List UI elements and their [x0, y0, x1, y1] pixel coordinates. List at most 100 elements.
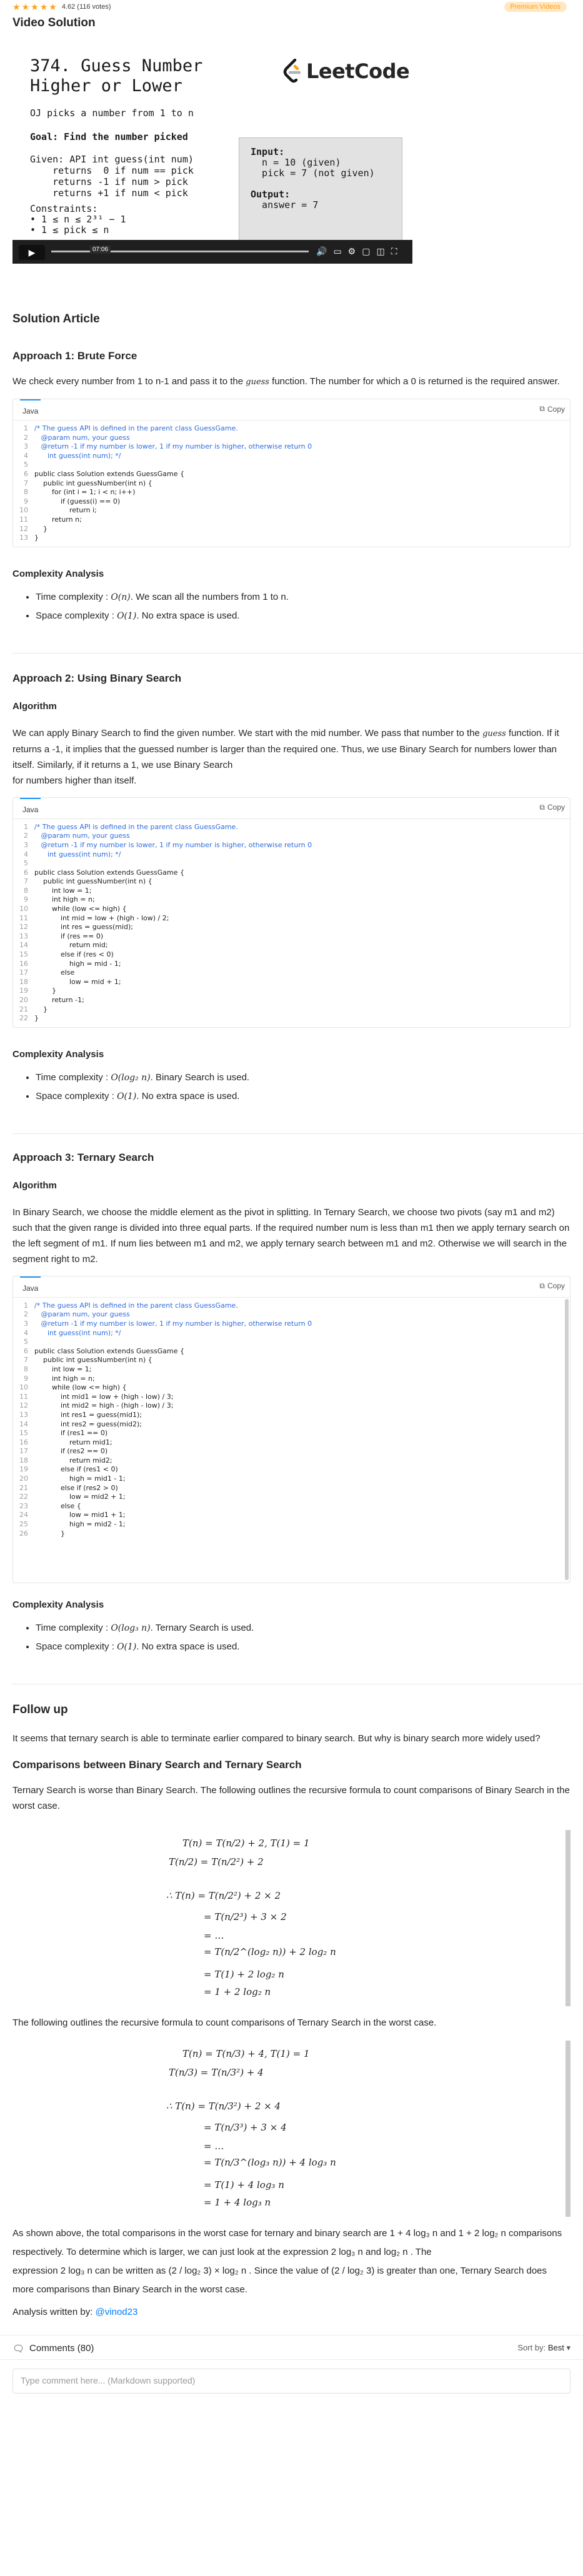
line-number: 15 — [19, 1429, 28, 1438]
author-link[interactable]: @vinod23 — [96, 2307, 138, 2317]
approach-2-text: We can apply Binary Search to find the g… — [12, 725, 571, 788]
code-line: 22 low = mid2 + 1; — [13, 1493, 570, 1502]
comparison-text: Ternary Search is worse than Binary Sear… — [12, 1784, 570, 1811]
guess-fn: guess — [482, 729, 506, 738]
text-segment: We can apply Binary Search to find the g… — [12, 727, 483, 738]
copy-button[interactable]: ⧉ Copy — [539, 803, 565, 812]
play-button[interactable]: ▶ — [19, 245, 45, 260]
line-number: 9 — [24, 497, 28, 505]
conclusion-text: As shown above, the total comparisons in… — [12, 2224, 571, 2299]
code-line: 15 if (res1 == 0) — [13, 1429, 570, 1438]
code-line: 7 public int guessNumber(int n) { — [13, 479, 570, 489]
line-number: 22 — [19, 1493, 28, 1501]
star-icon[interactable]: ★ — [49, 2, 57, 11]
code-text: } — [34, 987, 56, 995]
code-line: 8 for (int i = 1; i < n; i++) — [13, 488, 570, 497]
constraints-label: Constraints: — [30, 203, 98, 214]
pip-icon[interactable]: ◫ — [376, 246, 384, 256]
line-number: 7 — [24, 1356, 28, 1365]
author-label: Analysis written by: — [12, 2306, 96, 2317]
settings-icon[interactable]: ⚙ — [348, 246, 356, 256]
code-line: 14 return mid; — [13, 941, 570, 950]
line-number: 6 — [24, 868, 28, 877]
code-text: return i; — [34, 506, 97, 515]
star-icon[interactable]: ★ — [40, 2, 48, 11]
captions-icon[interactable]: ▭ — [333, 246, 341, 256]
code-line: 17 if (res2 == 0) — [13, 1447, 570, 1456]
sort-dropdown[interactable]: Sort by: Best ▾ — [517, 2343, 571, 2353]
code-line: 11 int mid = low + (high - low) / 2; — [13, 914, 570, 923]
play-icon: ▶ — [28, 247, 36, 257]
code-line: 2 @param num, your guess — [13, 832, 570, 841]
code-text: else if (res1 < 0) — [34, 1465, 118, 1474]
airplay-icon[interactable]: ▢ — [362, 246, 370, 256]
example-output-label: Output: — [251, 189, 291, 200]
comment-input[interactable]: Type comment here... (Markdown supported… — [12, 2368, 571, 2394]
line-number: 3 — [24, 840, 28, 849]
code-text: public int guessNumber(int n) { — [34, 1356, 152, 1365]
fullscreen-icon[interactable]: ⛶ — [391, 246, 397, 256]
language-tab-java[interactable]: Java — [20, 399, 41, 420]
code-scrollbar[interactable] — [565, 1298, 569, 1580]
ternary-formula-text: The following outlines the recursive for… — [12, 2017, 437, 2028]
solution-page: ★ ★ ★ ★ ★ 4.62 (116 votes) Premium Video… — [0, 0, 583, 2429]
slide-title: 374. Guess Number Higher or Lower — [30, 56, 203, 96]
line-number: 11 — [19, 1392, 28, 1401]
star-icon[interactable]: ★ — [12, 2, 21, 11]
line-number: 1 — [24, 424, 28, 432]
time-complexity: Time complexity : O(log₂ n). Binary Sear… — [36, 1068, 571, 1087]
video-player[interactable]: 374. Guess Number Higher or Lower LeetCo… — [12, 42, 412, 264]
equation-line: = T(n/3^(log₃ n)) + 4 log₃ n — [204, 2156, 336, 2168]
code-line: 12 int mid2 = high - (high - low) / 3; — [13, 1401, 570, 1411]
language-tab-java[interactable]: Java — [20, 797, 41, 819]
line-number: 11 — [19, 913, 28, 922]
line-number: 13 — [19, 932, 28, 940]
comparison-title: Comparisons between Binary Search and Te… — [12, 1758, 302, 1771]
example-input: n = 10 (given) pick = 7 (not given) — [262, 157, 375, 179]
approach-1-title: Approach 1: Brute Force — [12, 350, 137, 362]
code-text: public class Solution extends GuessGame … — [34, 868, 185, 877]
code-text: return mid1; — [34, 1438, 112, 1446]
video-timeline[interactable]: 07:06 — [51, 246, 309, 254]
approach-2-title: Approach 2: Using Binary Search — [12, 672, 182, 684]
code-text: return n; — [34, 515, 82, 524]
example-output: answer = 7 — [251, 199, 319, 211]
code-line: 21 else if (res2 > 0) — [13, 1484, 570, 1493]
code-line: 2 @param num, your guess — [13, 1310, 570, 1320]
equation-line: = 1 + 2 log₂ n — [204, 1986, 271, 1997]
copy-label: Copy — [547, 404, 565, 414]
code-text: int low = 1; — [34, 1365, 92, 1373]
code-text: return -1; — [34, 996, 84, 1004]
text-segment: . No extra space is used. — [136, 1641, 240, 1652]
language-tab-java[interactable]: Java — [20, 1276, 41, 1298]
code-line: 8 int low = 1; — [13, 887, 570, 896]
code-body: 1 /* The guess API is defined in the pare… — [13, 420, 570, 547]
text-segment: . No extra space is used. — [136, 610, 240, 621]
code-text: public int guessNumber(int n) { — [34, 877, 152, 886]
line-number: 8 — [24, 488, 28, 497]
solution-article: Solution Article Approach 1: Brute Force… — [0, 312, 583, 2320]
code-text: @param num, your guess — [34, 1310, 130, 1319]
code-text: while (low <= high) { — [34, 905, 127, 913]
star-icon[interactable]: ★ — [22, 2, 30, 11]
code-text: low = mid1 + 1; — [34, 1511, 126, 1519]
equation-line: ∴ T(n) = T(n/3²) + 2 × 4 — [166, 2100, 281, 2112]
complexity-title: Complexity Analysis — [12, 1599, 104, 1610]
star-icon[interactable]: ★ — [31, 2, 39, 11]
complexity-title: Complexity Analysis — [12, 568, 104, 579]
guess-fn: guess — [246, 377, 269, 387]
line-number: 24 — [19, 1511, 28, 1519]
volume-icon[interactable]: 🔊 — [316, 246, 327, 256]
vote-count: (116 votes) — [77, 3, 111, 11]
code-line: 15 else if (res < 0) — [13, 950, 570, 960]
copy-button[interactable]: ⧉ Copy — [539, 1281, 565, 1291]
math: O(1) — [117, 1641, 137, 1652]
code-line: 6 public class Solution extends GuessGame… — [13, 470, 570, 479]
line-number: 6 — [24, 1346, 28, 1355]
copy-button[interactable]: ⧉ Copy — [539, 404, 565, 414]
rating-stars[interactable]: ★ ★ ★ ★ ★ — [12, 2, 57, 11]
code-text: else if (res2 > 0) — [34, 1483, 118, 1492]
premium-badge[interactable]: Premium Videos — [504, 2, 567, 12]
line-number: 4 — [24, 451, 28, 460]
line-number: 13 — [19, 1410, 28, 1419]
